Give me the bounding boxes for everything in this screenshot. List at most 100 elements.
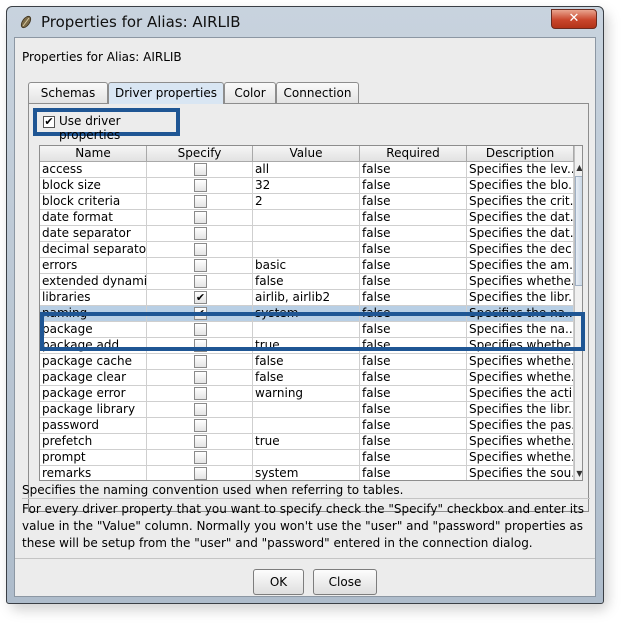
cell-name[interactable]: extended dynamic bbox=[40, 274, 147, 290]
specify-checkbox[interactable] bbox=[194, 355, 207, 368]
cell-specify[interactable] bbox=[147, 370, 253, 386]
cell-value[interactable]: 32 bbox=[253, 178, 360, 194]
table-row[interactable]: prefetch true false Specifies whethe... bbox=[40, 434, 574, 450]
cell-name[interactable]: package clear bbox=[40, 370, 147, 386]
window-close-button[interactable]: ✕ bbox=[551, 9, 597, 29]
cell-description[interactable]: Specifies the dec... bbox=[467, 242, 574, 258]
cell-value[interactable]: warning bbox=[253, 386, 360, 402]
cell-specify[interactable] bbox=[147, 226, 253, 242]
specify-checkbox[interactable] bbox=[194, 403, 207, 416]
specify-checkbox[interactable] bbox=[194, 211, 207, 224]
table-row[interactable]: package library false Specifies the libr..… bbox=[40, 402, 574, 418]
cell-value[interactable] bbox=[253, 418, 360, 434]
cell-value[interactable] bbox=[253, 242, 360, 258]
cell-required[interactable]: false bbox=[360, 162, 467, 178]
cell-required[interactable]: false bbox=[360, 450, 467, 466]
cell-required[interactable]: false bbox=[360, 466, 467, 480]
table-row[interactable]: access all false Specifies the lev... bbox=[40, 162, 574, 178]
cell-specify[interactable] bbox=[147, 162, 253, 178]
cell-name[interactable]: package error bbox=[40, 386, 147, 402]
cell-description[interactable]: Specifies the blo... bbox=[467, 178, 574, 194]
cell-required[interactable]: false bbox=[360, 242, 467, 258]
cell-specify[interactable] bbox=[147, 258, 253, 274]
cell-specify[interactable] bbox=[147, 466, 253, 480]
cell-description[interactable]: Specifies whethe... bbox=[467, 354, 574, 370]
cell-specify[interactable] bbox=[147, 210, 253, 226]
table-row[interactable]: libraries ✔ airlib, airlib2 false Specifies … bbox=[40, 290, 574, 306]
cell-name[interactable]: prompt bbox=[40, 450, 147, 466]
tab-color[interactable]: Color bbox=[224, 82, 276, 103]
cell-required[interactable]: false bbox=[360, 354, 467, 370]
table-row[interactable]: block criteria 2 false Specifies the crit..… bbox=[40, 194, 574, 210]
cell-name[interactable]: access bbox=[40, 162, 147, 178]
cell-name[interactable]: block size bbox=[40, 178, 147, 194]
cell-required[interactable]: false bbox=[360, 178, 467, 194]
cell-specify[interactable] bbox=[147, 386, 253, 402]
cell-description[interactable]: Specifies whethe... bbox=[467, 434, 574, 450]
cell-required[interactable]: false bbox=[360, 402, 467, 418]
cell-value[interactable]: false bbox=[253, 274, 360, 290]
cell-value[interactable]: airlib, airlib2 bbox=[253, 290, 360, 306]
cell-name[interactable]: package cache bbox=[40, 354, 147, 370]
cell-description[interactable]: Specifies the sou... bbox=[467, 466, 574, 480]
table-row[interactable]: decimal separator false Specifies the dec.… bbox=[40, 242, 574, 258]
cell-name[interactable]: date format bbox=[40, 210, 147, 226]
cell-specify[interactable] bbox=[147, 274, 253, 290]
cell-value[interactable] bbox=[253, 210, 360, 226]
cell-description[interactable]: Specifies the dat... bbox=[467, 210, 574, 226]
cell-specify[interactable] bbox=[147, 242, 253, 258]
cell-specify[interactable] bbox=[147, 178, 253, 194]
specify-checkbox[interactable]: ✔ bbox=[194, 291, 207, 304]
cell-required[interactable]: false bbox=[360, 370, 467, 386]
cell-value[interactable]: false bbox=[253, 354, 360, 370]
cell-name[interactable]: remarks bbox=[40, 466, 147, 480]
column-header-name[interactable]: Name bbox=[40, 146, 147, 162]
title-bar[interactable]: Properties for Alias: AIRLIB ✕ bbox=[7, 7, 603, 37]
cell-value[interactable]: all bbox=[253, 162, 360, 178]
cell-value[interactable]: false bbox=[253, 370, 360, 386]
column-header-description[interactable]: Description bbox=[467, 146, 574, 162]
table-row[interactable]: errors basic false Specifies the am... bbox=[40, 258, 574, 274]
specify-checkbox[interactable] bbox=[194, 419, 207, 432]
cell-specify[interactable] bbox=[147, 354, 253, 370]
cell-required[interactable]: false bbox=[360, 418, 467, 434]
cell-name[interactable]: block criteria bbox=[40, 194, 147, 210]
table-row[interactable]: package cache false false Specifies whethe.… bbox=[40, 354, 574, 370]
table-row[interactable]: date format false Specifies the dat... bbox=[40, 210, 574, 226]
cell-description[interactable]: Specifies the libr... bbox=[467, 290, 574, 306]
table-row[interactable]: package clear false false Specifies whethe.… bbox=[40, 370, 574, 386]
cell-value[interactable] bbox=[253, 450, 360, 466]
cell-description[interactable]: Specifies the am... bbox=[467, 258, 574, 274]
cell-description[interactable]: Specifies whethe... bbox=[467, 274, 574, 290]
specify-checkbox[interactable] bbox=[194, 195, 207, 208]
cell-description[interactable]: Specifies whethe... bbox=[467, 370, 574, 386]
cell-name[interactable]: prefetch bbox=[40, 434, 147, 450]
cell-value[interactable]: system bbox=[253, 466, 360, 480]
tab-driver-properties[interactable]: Driver properties bbox=[108, 82, 224, 104]
arrow-up-icon[interactable]: ▲ bbox=[575, 162, 582, 174]
cell-value[interactable] bbox=[253, 226, 360, 242]
cell-name[interactable]: package library bbox=[40, 402, 147, 418]
column-header-required[interactable]: Required bbox=[360, 146, 467, 162]
cell-specify[interactable] bbox=[147, 418, 253, 434]
specify-checkbox[interactable] bbox=[194, 467, 207, 480]
use-driver-properties-checkbox[interactable]: ✔ bbox=[43, 116, 55, 128]
table-row[interactable]: block size 32 false Specifies the blo... bbox=[40, 178, 574, 194]
cell-description[interactable]: Specifies the dat... bbox=[467, 226, 574, 242]
table-row[interactable]: prompt false Specifies whethe... bbox=[40, 450, 574, 466]
close-button[interactable]: Close bbox=[313, 569, 377, 595]
specify-checkbox[interactable] bbox=[194, 259, 207, 272]
specify-checkbox[interactable] bbox=[194, 371, 207, 384]
cell-required[interactable]: false bbox=[360, 226, 467, 242]
table-row[interactable]: password false Specifies the pas... bbox=[40, 418, 574, 434]
specify-checkbox[interactable] bbox=[194, 179, 207, 192]
cell-required[interactable]: false bbox=[360, 434, 467, 450]
column-header-value[interactable]: Value bbox=[253, 146, 360, 162]
cell-specify[interactable] bbox=[147, 434, 253, 450]
tab-connection[interactable]: Connection bbox=[276, 82, 359, 103]
specify-checkbox[interactable] bbox=[194, 227, 207, 240]
cell-required[interactable]: false bbox=[360, 290, 467, 306]
cell-name[interactable]: libraries bbox=[40, 290, 147, 306]
cell-description[interactable]: Specifies the libr... bbox=[467, 402, 574, 418]
table-row[interactable]: package error warning false Specifies the a… bbox=[40, 386, 574, 402]
